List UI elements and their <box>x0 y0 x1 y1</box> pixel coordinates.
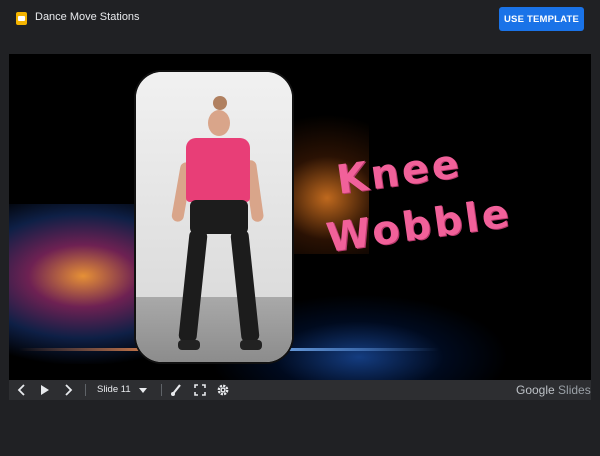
presentation-title: Dance Move Stations <box>35 11 140 23</box>
top-bar: Dance Move Stations USE TEMPLATE <box>0 0 600 38</box>
divider <box>161 384 162 396</box>
play-icon[interactable] <box>38 380 52 400</box>
caret-down-icon[interactable] <box>137 380 149 400</box>
presentation-controls: Slide 11 Google Slides <box>9 380 591 400</box>
slide-number[interactable]: Slide 11 <box>97 380 131 400</box>
figure-head <box>208 110 230 136</box>
slide-canvas: Knee Wobble <box>9 54 591 380</box>
figure-shoe-right <box>240 340 262 350</box>
chevron-right-icon[interactable] <box>61 380 75 400</box>
brand-slides: Slides <box>558 383 591 397</box>
chevron-left-icon[interactable] <box>15 380 29 400</box>
gear-icon[interactable] <box>215 380 231 400</box>
woman-dancing-photo <box>136 72 292 362</box>
photo-floor <box>136 297 292 362</box>
figure-shirt <box>186 138 250 202</box>
brand-google: Google <box>516 383 555 397</box>
figure-hips <box>190 200 248 234</box>
figure-hair <box>213 96 227 110</box>
laser-pointer-icon[interactable] <box>169 380 183 400</box>
google-slides-logo: Google Slides <box>516 380 591 400</box>
use-template-button[interactable]: USE TEMPLATE <box>499 7 584 31</box>
fullscreen-icon[interactable] <box>193 380 207 400</box>
figure-shoe-left <box>178 340 200 350</box>
divider <box>85 384 86 396</box>
slides-icon <box>16 12 27 25</box>
